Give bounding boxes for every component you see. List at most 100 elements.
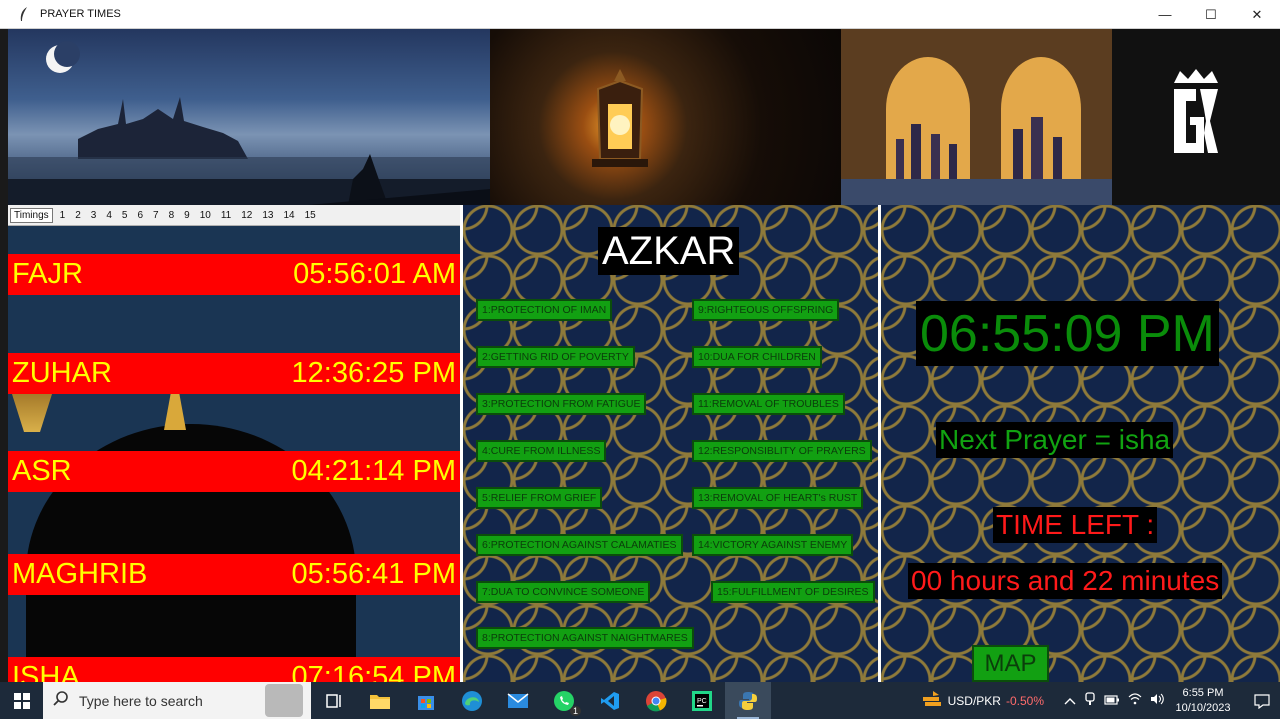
wifi-icon[interactable] [1128, 693, 1142, 708]
prayer-name: ZUHAR [12, 357, 112, 389]
taskbar-time: 6:55 PM [1182, 687, 1224, 700]
tab-6[interactable]: 6 [132, 208, 148, 223]
tab-11[interactable]: 11 [216, 208, 236, 223]
tab-10[interactable]: 10 [195, 208, 216, 223]
ticker-icon [922, 691, 943, 710]
prayer-row-isha: ISHA 07:16:54 PM [8, 657, 460, 682]
azkar-button-15[interactable]: 15:FULFILLMENT OF DESIRES [711, 581, 875, 603]
chrome-icon[interactable] [633, 682, 679, 719]
maximize-button[interactable]: ☐ [1188, 0, 1234, 29]
timings-background: FAJR 05:56:01 AM ZUHAR 12:36:25 PM ASR 0… [8, 226, 460, 682]
tab-5[interactable]: 5 [117, 208, 133, 223]
azkar-button-7[interactable]: 7:DUA TO CONVINCE SOMEONE [476, 581, 651, 603]
battery-icon[interactable] [1104, 694, 1120, 708]
whatsapp-badge: 1 [569, 706, 581, 716]
windows-start-button[interactable] [0, 682, 43, 719]
window-titlebar: PRAYER TIMES — ☐ ✕ [0, 0, 1280, 29]
search-icon [53, 690, 69, 711]
python-app-icon[interactable] [725, 682, 771, 719]
prayer-name: FAJR [12, 258, 83, 290]
azkar-button-12[interactable]: 12:RESPONSIBLITY OF PRAYERS [692, 440, 872, 462]
meet-now-icon[interactable] [1084, 692, 1096, 709]
map-button[interactable]: MAP [972, 645, 1049, 682]
tab-7[interactable]: 7 [148, 208, 164, 223]
azkar-button-13[interactable]: 13:REMOVAL OF HEART's RUST [692, 487, 864, 509]
tab-14[interactable]: 14 [278, 208, 299, 223]
azkar-button-3[interactable]: 3:PROTECTION FROM FATIGUE [476, 393, 647, 415]
lantern-image [490, 29, 841, 205]
tray-icons [1064, 692, 1164, 709]
azkar-button-1[interactable]: 1:PROTECTION OF IMAN [476, 299, 613, 321]
prayer-name: MAGHRIB [12, 558, 148, 590]
file-explorer-icon[interactable] [357, 682, 403, 719]
current-time-display: 06:55:09 PM [916, 301, 1219, 366]
chevron-up-icon[interactable] [1064, 694, 1076, 708]
tab-4[interactable]: 4 [101, 208, 117, 223]
banner [8, 29, 1280, 205]
azkar-button-4[interactable]: 4:CURE FROM ILLNESS [476, 440, 607, 462]
search-highlight-portrait-icon [265, 684, 303, 717]
status-panel: 06:55:09 PM Next Prayer = isha TIME LEFT… [881, 205, 1280, 682]
edge-browser-icon[interactable] [449, 682, 495, 719]
whatsapp-icon[interactable]: 1 [541, 682, 587, 719]
tab-1[interactable]: 1 [55, 208, 71, 223]
next-prayer-label: Next Prayer = isha [936, 422, 1174, 458]
azkar-title: AZKAR [598, 227, 740, 275]
taskbar-search[interactable] [43, 682, 311, 719]
tab-timings[interactable]: Timings [10, 207, 53, 223]
gx-logo [1112, 29, 1280, 205]
azkar-button-2[interactable]: 2:GETTING RID OF POVERTY [476, 346, 635, 368]
azkar-button-8[interactable]: 8:PROTECTION AGAINST NAIGHTMARES [476, 627, 694, 649]
notification-icon[interactable] [1244, 693, 1280, 709]
dome-finial-icon [164, 394, 186, 430]
volume-icon[interactable] [1150, 693, 1164, 708]
microsoft-store-icon[interactable] [403, 682, 449, 719]
tab-13[interactable]: 13 [257, 208, 278, 223]
close-button[interactable]: ✕ [1234, 0, 1280, 29]
timings-panel: Timings 1 2 3 4 5 6 7 8 9 10 11 12 13 14… [8, 205, 460, 682]
tab-12[interactable]: 12 [236, 208, 257, 223]
azkar-panel: AZKAR 1:PROTECTION OF IMAN 2:GETTING RID… [463, 205, 878, 682]
pycharm-icon[interactable]: PC [679, 682, 725, 719]
time-left-value: 00 hours and 22 minutes [908, 563, 1223, 599]
azkar-button-9[interactable]: 9:RIGHTEOUS OFFSPRING [692, 299, 840, 321]
hanging-lantern-icon [12, 394, 52, 432]
taskbar-date: 10/10/2023 [1175, 701, 1231, 714]
system-tray: USD/PKR -0.50% 6:55 PM 10/10/2023 [922, 682, 1280, 719]
prayer-time: 05:56:01 AM [293, 258, 456, 290]
task-view-icon[interactable] [311, 682, 357, 719]
tab-15[interactable]: 15 [300, 208, 321, 223]
tab-8[interactable]: 8 [164, 208, 180, 223]
azkar-button-10[interactable]: 10:DUA FOR CHILDREN [692, 346, 822, 368]
taskbar-clock[interactable]: 6:55 PM 10/10/2023 [1172, 686, 1234, 715]
prayer-time: 05:56:41 PM [291, 558, 456, 590]
prayer-time: 07:16:54 PM [291, 661, 456, 683]
svg-text:PC: PC [697, 698, 707, 705]
azkar-button-5[interactable]: 5:RELIEF FROM GRIEF [476, 487, 603, 509]
currency-ticker[interactable]: USD/PKR -0.50% [922, 691, 1044, 710]
prayer-time: 12:36:25 PM [291, 357, 456, 389]
tab-3[interactable]: 3 [86, 208, 102, 223]
prayer-name: ASR [12, 455, 72, 487]
arches-city-image [841, 29, 1112, 205]
mail-icon[interactable] [495, 682, 541, 719]
windows-logo-icon [13, 692, 30, 709]
mosque-night-image [8, 29, 490, 205]
tab-9[interactable]: 9 [179, 208, 195, 223]
prayer-row-zuhar: ZUHAR 12:36:25 PM [8, 353, 460, 394]
azkar-button-14[interactable]: 14:VICTORY AGAINST ENEMY [692, 534, 854, 556]
prayer-row-asr: ASR 04:21:14 PM [8, 451, 460, 492]
prayer-row-maghrib: MAGHRIB 05:56:41 PM [8, 554, 460, 595]
search-input[interactable] [79, 692, 259, 709]
minimize-button[interactable]: — [1142, 0, 1188, 29]
vscode-icon[interactable] [587, 682, 633, 719]
azkar-button-11[interactable]: 11:REMOVAL OF TROUBLES [692, 393, 845, 415]
tab-2[interactable]: 2 [70, 208, 86, 223]
prayer-time: 04:21:14 PM [291, 455, 456, 487]
ticker-change: -0.50% [1005, 693, 1044, 708]
taskbar: 1 PC USD/PKR -0.50% [0, 682, 1280, 719]
azkar-button-6[interactable]: 6:PROTECTION AGAINST CALAMATIES [476, 534, 683, 556]
tab-strip: Timings 1 2 3 4 5 6 7 8 9 10 11 12 13 14… [8, 205, 460, 226]
window-controls: — ☐ ✕ [1142, 0, 1280, 29]
ticker-pair: USD/PKR [947, 693, 1001, 708]
